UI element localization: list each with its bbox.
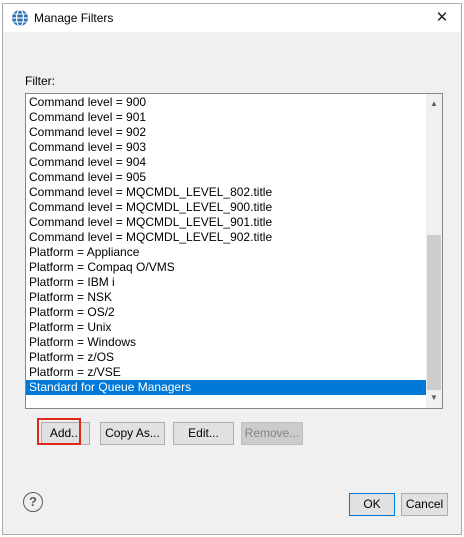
filter-list-item[interactable]: Command level = 900 — [26, 95, 427, 110]
manage-filters-dialog: Manage Filters ✕ Filter: Command level =… — [2, 3, 462, 535]
edit-button[interactable]: Edit... — [173, 422, 234, 445]
globe-icon — [12, 9, 28, 27]
close-button[interactable]: ✕ — [423, 4, 461, 32]
filter-list-item[interactable]: Platform = Compaq O/VMS — [26, 260, 427, 275]
cancel-button[interactable]: Cancel — [401, 493, 448, 516]
window-title: Manage Filters — [34, 11, 114, 25]
scroll-up-button[interactable]: ▲ — [426, 96, 442, 112]
filter-list-item[interactable]: Platform = z/VSE — [26, 365, 427, 380]
close-icon: ✕ — [435, 9, 449, 26]
filter-list-item[interactable]: Platform = z/OS — [26, 350, 427, 365]
add-button[interactable]: Add... — [41, 422, 90, 445]
ok-button[interactable]: OK — [349, 493, 395, 516]
filter-list-item[interactable]: Platform = Windows — [26, 335, 427, 350]
scroll-thumb[interactable] — [427, 235, 441, 390]
help-icon[interactable]: ? — [23, 492, 43, 512]
title-bar: Manage Filters ✕ — [3, 4, 461, 32]
filter-list[interactable]: Command level = 900 Command level = 901 Co… — [25, 93, 443, 409]
filter-list-item[interactable]: Command level = 905 — [26, 170, 427, 185]
filter-list-item[interactable]: Command level = MQCMDL_LEVEL_900.title — [26, 200, 427, 215]
filter-list-item[interactable]: Command level = MQCMDL_LEVEL_802.title — [26, 185, 427, 200]
filter-list-item[interactable]: Command level = 903 — [26, 140, 427, 155]
chevron-down-icon: ▼ — [430, 393, 438, 402]
filter-list-item[interactable]: Command level = MQCMDL_LEVEL_902.title — [26, 230, 427, 245]
copy-as-button[interactable]: Copy As... — [100, 422, 165, 445]
filter-list-item[interactable]: Platform = IBM i — [26, 275, 427, 290]
filter-list-items: Command level = 900 Command level = 901 Co… — [26, 95, 427, 395]
scroll-down-button[interactable]: ▼ — [426, 390, 442, 406]
filter-label: Filter: — [25, 74, 55, 88]
filter-list-item[interactable]: Command level = MQCMDL_LEVEL_901.title — [26, 215, 427, 230]
filter-list-item[interactable]: Platform = OS/2 — [26, 305, 427, 320]
remove-button[interactable]: Remove... — [241, 422, 303, 445]
filter-list-item[interactable]: Command level = 904 — [26, 155, 427, 170]
filter-list-item[interactable]: Platform = NSK — [26, 290, 427, 305]
filter-list-item[interactable]: Platform = Appliance — [26, 245, 427, 260]
filter-list-item[interactable]: Standard for Queue Managers — [26, 380, 427, 395]
chevron-up-icon: ▲ — [430, 99, 438, 108]
filter-list-item[interactable]: Command level = 901 — [26, 110, 427, 125]
filter-list-scrollbar[interactable]: ▲ ▼ — [426, 94, 442, 408]
filter-list-item[interactable]: Command level = 902 — [26, 125, 427, 140]
filter-list-item[interactable]: Platform = Unix — [26, 320, 427, 335]
